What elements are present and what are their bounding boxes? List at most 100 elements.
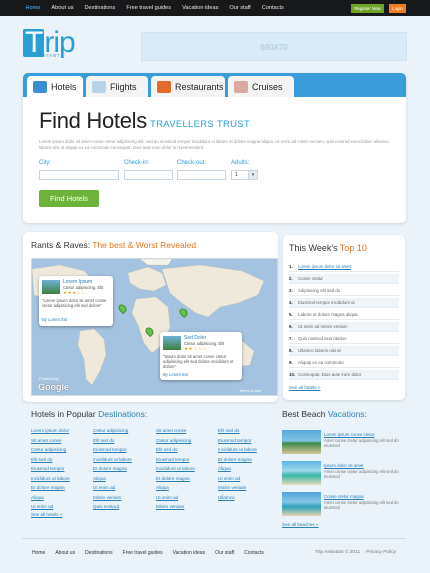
map-popup-1[interactable]: Lorem Ipsum Ctetur adipisicing. Elit ★★★…: [39, 276, 113, 326]
destination-link[interactable]: Elit sed do: [156, 447, 177, 452]
top10-item[interactable]: 10. Consequat. Duis aute irure dolor: [289, 370, 399, 380]
beach-item[interactable]: Ipsum dolor sit amet Amet conse ctetur a…: [282, 461, 405, 491]
destination-link[interactable]: Incididunt ut labore: [156, 466, 195, 471]
top10-item[interactable]: 7. Quis nostrud exercitation: [289, 334, 399, 344]
beach-item-title[interactable]: Lorem ipsum conse ctetur: [324, 432, 375, 437]
map-terms-link[interactable]: Terms of Use: [239, 389, 261, 393]
find-hotels-button[interactable]: Find Hotels: [39, 190, 99, 207]
beach-image[interactable]: [282, 461, 321, 485]
destination-link[interactable]: Sit amet conse: [31, 438, 61, 443]
destination-link[interactable]: Aliqua: [218, 466, 231, 471]
destination-link[interactable]: Incididunt ut labore: [218, 447, 257, 452]
beach-image[interactable]: [282, 492, 321, 516]
tab-hotels[interactable]: Hotels: [27, 76, 83, 97]
destination-link[interactable]: Eiusmod tempor: [93, 447, 126, 452]
destination-link[interactable]: Elit sed do: [218, 428, 239, 433]
topnav-home[interactable]: Home: [20, 0, 46, 16]
google-logo: Google: [38, 382, 69, 392]
register-button[interactable]: Register Now: [351, 4, 384, 13]
destination-link[interactable]: Et dolore magna: [93, 466, 127, 471]
top-nav: Home About us Destinations Free travel g…: [20, 0, 289, 16]
top10-item[interactable]: 5. Labore et dolore magna aliqua: [289, 310, 399, 320]
site-logo[interactable]: Trip ASSISTANT: [23, 28, 93, 59]
footer-link-vacation[interactable]: Vacation ideas: [168, 550, 210, 556]
city-input[interactable]: [39, 170, 119, 180]
popup-author: By Lorem Est: [42, 317, 68, 322]
privacy-policy-link[interactable]: Privacy Policy: [366, 550, 396, 555]
topnav-contacts[interactable]: Contacts: [256, 0, 289, 16]
beach-item[interactable]: Conse ctetur magna Amet conse ctetur adi…: [282, 492, 405, 522]
beach-item-title[interactable]: Ipsum dolor sit amet: [324, 463, 364, 468]
footer-link-staff[interactable]: Our staff: [210, 550, 239, 556]
see-all-destinations-link[interactable]: See all hotels »: [31, 512, 62, 517]
tab-flights[interactable]: Flights: [86, 76, 148, 97]
destination-link[interactable]: Minim veniam: [156, 504, 184, 509]
destination-link[interactable]: Ullamco: [218, 495, 235, 500]
top10-item[interactable]: 4. Eiusmod tempor incididunt ut: [289, 298, 399, 308]
adults-select[interactable]: 1 ▾: [231, 170, 258, 180]
top10-item[interactable]: 9. Aliquip ex ea commodo: [289, 358, 399, 368]
top10-item[interactable]: 8. Ullamco laboris nisi ut: [289, 346, 399, 356]
destination-link[interactable]: Eiusmod tempor: [218, 438, 251, 443]
destination-link[interactable]: Elit sed do: [93, 438, 114, 443]
footer-link-guides[interactable]: Free travel guides: [118, 550, 168, 556]
checkout-input[interactable]: [177, 170, 226, 180]
topnav-staff[interactable]: Our staff: [224, 0, 256, 16]
see-all-hotels-link[interactable]: See all hotels »: [289, 385, 320, 390]
beach-item[interactable]: Lorem ipsum conse ctetur Amet conse ctet…: [282, 430, 405, 460]
restaurant-icon: [157, 80, 171, 93]
footer-link-contacts[interactable]: Contacts: [239, 550, 269, 556]
beach-item-text: Amet conse ctetur adipisicing elit sed d…: [324, 438, 399, 449]
checkin-input[interactable]: [124, 170, 173, 180]
topnav-destinations[interactable]: Destinations: [79, 0, 121, 16]
login-button[interactable]: Login: [389, 4, 406, 13]
search-subtitle: TRAVELLERS TRUST: [150, 119, 250, 130]
destination-link[interactable]: Ut enim ad: [218, 476, 240, 481]
destination-link[interactable]: Ctetur adipisicing: [31, 447, 66, 452]
destination-link[interactable]: Aliqua: [156, 485, 169, 490]
destination-link[interactable]: Eiusmod tempor: [31, 466, 64, 471]
topnav-about[interactable]: About us: [46, 0, 79, 16]
tab-restaurants[interactable]: Restaurants: [151, 76, 225, 97]
popup-author: By Lorem Est: [163, 372, 189, 377]
destination-link[interactable]: Et dolore magna: [31, 485, 65, 490]
tab-flights-label: Flights: [110, 81, 137, 92]
destination-link[interactable]: Ut enim ad: [156, 495, 178, 500]
tab-cruises[interactable]: Cruises: [228, 76, 294, 97]
destination-link[interactable]: Lorem ipsum dolor: [31, 428, 69, 433]
beach-item-title[interactable]: Conse ctetur magna: [324, 494, 364, 499]
beach-item-text: Amet conse ctetur adipisicing elit sed d…: [324, 469, 399, 480]
footer-link-destinations[interactable]: Destinations: [80, 550, 118, 556]
top10-item[interactable]: 3. Adipisicing elit sed do: [289, 286, 399, 296]
destination-link[interactable]: Aliqua: [31, 495, 44, 500]
destination-link[interactable]: Elit sed do: [31, 457, 52, 462]
destination-link[interactable]: Quis nostrud: [93, 504, 119, 509]
destination-link[interactable]: Ut enim ad: [31, 504, 53, 509]
destination-link[interactable]: Minim veniam: [93, 495, 121, 500]
topnav-vacation[interactable]: Vacation ideas: [177, 0, 224, 16]
footer-link-home[interactable]: Home: [27, 550, 50, 556]
checkout-label: Check-out:: [177, 160, 207, 166]
destination-link[interactable]: Et dolore magna: [218, 457, 252, 462]
map-popup-2[interactable]: Sed Dolor Ctetur adipisicing. Elit ★★☆☆☆…: [160, 332, 242, 380]
top10-item[interactable]: 1. Lorem ipsum dolor sit amet: [289, 262, 399, 272]
popup-quote: "Ipsum dolor sit amet conse ctetur adipi…: [163, 354, 234, 369]
map-view[interactable]: Lorem Ipsum Ctetur adipisicing. Elit ★★★…: [31, 258, 278, 396]
top10-item[interactable]: 2. Conse ctetur: [289, 274, 399, 284]
destination-link[interactable]: Ctetur adipisicing: [156, 438, 191, 443]
destination-link[interactable]: Et dolore magna: [156, 476, 190, 481]
destination-link[interactable]: Incididunt ut labore: [31, 476, 70, 481]
destination-link[interactable]: Incididunt ut labore: [93, 457, 132, 462]
see-all-beaches-link[interactable]: See all beaches »: [282, 522, 319, 527]
destination-link[interactable]: Minim veniam: [218, 485, 246, 490]
footer-link-about[interactable]: About us: [50, 550, 80, 556]
topnav-guides[interactable]: Free travel guides: [121, 0, 177, 16]
destination-link[interactable]: Ut enim ad: [93, 485, 115, 490]
destination-link[interactable]: Aliqua: [93, 476, 106, 481]
destination-link[interactable]: Eiusmod tempor: [156, 457, 189, 462]
destination-link[interactable]: Ctetur adipisicing: [93, 428, 128, 433]
top10-item[interactable]: 6. Ut enim ad minim veniam: [289, 322, 399, 332]
destination-link[interactable]: Sit amet conse: [156, 428, 186, 433]
beach-image[interactable]: [282, 430, 321, 454]
ad-banner[interactable]: 680X70: [141, 32, 407, 61]
